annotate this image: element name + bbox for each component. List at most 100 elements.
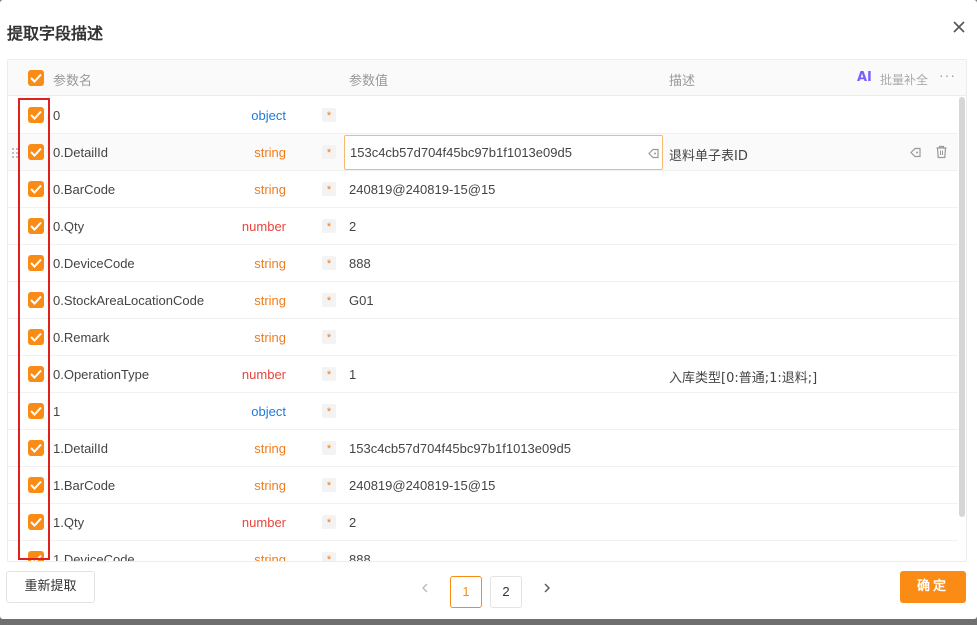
param-description[interactable]: 入库类型[0:普通;1:退料;] (669, 367, 817, 386)
table-row: 1.DeviceCode string * 888 (8, 541, 958, 562)
table-row: 0.OperationType number * 1 入库类型[0:普通;1:退料;] (8, 356, 958, 393)
row-checkbox[interactable] (28, 403, 44, 419)
table-header: 参数名 参数值 描述 AI 批量补全 ··· (8, 60, 966, 96)
required-toggle[interactable]: * (322, 293, 336, 307)
required-toggle[interactable]: * (322, 404, 336, 418)
param-name: 1.BarCode (53, 478, 116, 493)
param-value[interactable]: 888 (349, 256, 371, 271)
table-row: 1.BarCode string * 240819@240819-15@15 (8, 467, 958, 504)
param-type: number (241, 515, 286, 530)
table-row: 0.StockAreaLocationCode string * G01 (8, 282, 958, 319)
row-checkbox[interactable] (28, 181, 44, 197)
fill-desc-icon[interactable] (909, 146, 922, 162)
param-type: object (251, 404, 286, 419)
param-name: 1.DetailId (53, 441, 108, 456)
select-all-checkbox[interactable] (28, 70, 44, 86)
row-checkbox[interactable] (28, 440, 44, 456)
param-type: string (254, 293, 286, 308)
table-row: 1.Qty number * 2 (8, 504, 958, 541)
refetch-button[interactable]: 重新提取 (6, 571, 95, 603)
param-name: 0 (53, 108, 61, 123)
required-toggle[interactable]: * (322, 182, 336, 196)
required-toggle[interactable]: * (322, 108, 336, 122)
backdrop-strip (0, 619, 977, 625)
row-checkbox[interactable] (28, 514, 44, 530)
fill-icon[interactable] (647, 147, 660, 163)
param-type: string (254, 441, 286, 456)
param-value[interactable]: 240819@240819-15@15 (349, 478, 495, 493)
param-type: object (251, 108, 286, 123)
param-name: 0.DetailId (53, 145, 108, 160)
param-value[interactable]: 240819@240819-15@15 (349, 182, 495, 197)
param-name: 0.BarCode (53, 182, 116, 197)
table-row: 0.Remark string * (8, 319, 958, 356)
param-name: 0.DeviceCode (53, 256, 135, 271)
table-row: 0.DetailId string * 153c4cb57d704f45bc97b1f… (8, 134, 958, 171)
row-checkbox[interactable] (28, 292, 44, 308)
scrollbar-thumb[interactable] (959, 97, 965, 517)
param-value-text: 153c4cb57d704f45bc97b1f1013e09d5 (350, 145, 572, 160)
next-page-icon[interactable] (540, 581, 554, 598)
row-checkbox[interactable] (28, 107, 44, 123)
prev-page-icon[interactable] (418, 581, 432, 598)
delete-icon[interactable] (935, 145, 948, 162)
param-type: number (241, 367, 286, 382)
required-toggle[interactable]: * (322, 145, 336, 159)
param-description[interactable]: 退料单子表ID (669, 145, 748, 164)
row-checkbox[interactable] (28, 144, 44, 160)
param-value-input[interactable]: 153c4cb57d704f45bc97b1f1013e09d5 (344, 135, 663, 170)
param-value[interactable]: 1 (349, 367, 356, 382)
required-toggle[interactable]: * (322, 478, 336, 492)
required-toggle[interactable]: * (322, 219, 336, 233)
table-row: 0.DeviceCode string * 888 (8, 245, 958, 282)
drag-handle-icon[interactable] (11, 147, 19, 162)
dialog-title: 提取字段描述 (7, 24, 104, 43)
table-row: 0 object * (8, 97, 958, 134)
param-name: 0.StockAreaLocationCode (53, 293, 205, 308)
required-toggle[interactable]: * (322, 552, 336, 561)
row-checkbox[interactable] (28, 255, 44, 271)
page-2-button[interactable]: 2 (490, 576, 522, 608)
param-type: number (241, 219, 286, 234)
param-name: 0.OperationType (53, 367, 150, 382)
param-name: 1.DeviceCode (53, 552, 135, 562)
page-1-button[interactable]: 1 (450, 576, 482, 608)
param-value[interactable]: 153c4cb57d704f45bc97b1f1013e09d5 (349, 441, 571, 456)
header-param-value: 参数值 (349, 74, 389, 89)
required-toggle[interactable]: * (322, 441, 336, 455)
param-value[interactable]: 2 (349, 219, 356, 234)
table-row: 1.DetailId string * 153c4cb57d704f45bc97b1f… (8, 430, 958, 467)
table-scrollbar[interactable] (958, 97, 966, 561)
param-type: string (254, 256, 286, 271)
required-toggle[interactable]: * (322, 515, 336, 529)
row-checkbox[interactable] (28, 551, 44, 561)
batch-complete-button[interactable]: 批量补全 (880, 71, 928, 88)
more-options-icon[interactable]: ··· (939, 67, 956, 83)
extract-field-desc-dialog: 提取字段描述 参数名 参数值 描述 AI 批量补全 ··· 0 object * 0.… (0, 0, 977, 619)
close-icon[interactable] (950, 18, 968, 36)
param-type: string (254, 552, 286, 562)
table-row: 0.Qty number * 2 (8, 208, 958, 245)
confirm-button[interactable]: 确定 (900, 571, 966, 603)
table-row: 0.BarCode string * 240819@240819-15@15 (8, 171, 958, 208)
param-type: string (254, 145, 286, 160)
param-value[interactable]: 2 (349, 515, 356, 530)
param-type: string (254, 330, 286, 345)
param-value[interactable]: G01 (349, 293, 374, 308)
param-name: 0.Qty (53, 219, 85, 234)
ai-icon[interactable]: AI (857, 70, 872, 85)
required-toggle[interactable]: * (322, 367, 336, 381)
row-checkbox[interactable] (28, 477, 44, 493)
header-description: 描述 (669, 74, 696, 89)
param-type: string (254, 478, 286, 493)
required-toggle[interactable]: * (322, 256, 336, 270)
table-row: 1 object * (8, 393, 958, 430)
row-checkbox[interactable] (28, 218, 44, 234)
param-value[interactable]: 888 (349, 552, 371, 561)
param-name: 1 (53, 404, 61, 419)
required-toggle[interactable]: * (322, 330, 336, 344)
param-name: 0.Remark (53, 330, 110, 345)
param-name: 1.Qty (53, 515, 85, 530)
row-checkbox[interactable] (28, 329, 44, 345)
row-checkbox[interactable] (28, 366, 44, 382)
